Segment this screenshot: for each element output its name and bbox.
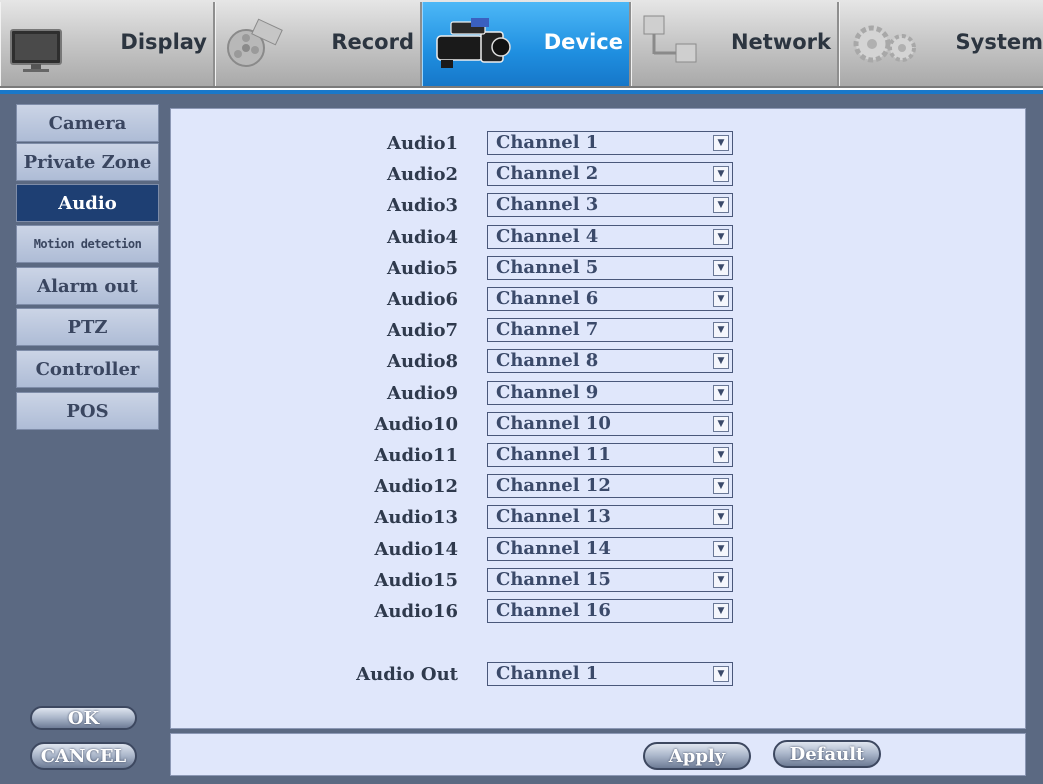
tab-network[interactable]: Network	[631, 2, 839, 86]
tab-label: Device	[543, 30, 623, 54]
sidebar-item-motion-detection[interactable]: Motion detection	[16, 225, 159, 263]
sidebar-item-private-zone[interactable]: Private Zone	[16, 143, 159, 181]
channel-select[interactable]: Channel 8 ▼	[487, 349, 733, 373]
channel-select-value: Channel 6	[496, 288, 599, 309]
channel-select[interactable]: Channel 1 ▼	[487, 131, 733, 155]
gears-icon	[848, 12, 924, 80]
chevron-down-icon[interactable]: ▼	[713, 135, 729, 151]
default-button[interactable]: Default	[773, 740, 881, 768]
tab-system[interactable]: System	[839, 2, 1043, 86]
chevron-down-icon[interactable]: ▼	[713, 353, 729, 369]
channel-select[interactable]: Channel 15 ▼	[487, 568, 733, 592]
sidebar-item-audio[interactable]: Audio	[16, 184, 159, 222]
chevron-down-icon[interactable]: ▼	[713, 322, 729, 338]
apply-button[interactable]: Apply	[643, 742, 751, 770]
channel-select[interactable]: Channel 6 ▼	[487, 287, 733, 311]
ok-button[interactable]: OK	[30, 706, 137, 730]
chevron-down-icon[interactable]: ▼	[713, 197, 729, 213]
audio-row-label: Audio1	[386, 133, 458, 154]
camcorder-icon	[431, 12, 515, 80]
audio-row-label: Audio6	[386, 289, 458, 310]
chevron-down-icon[interactable]: ▼	[713, 666, 729, 682]
audio-row-label: Audio13	[374, 507, 458, 528]
tab-display[interactable]: Display	[0, 2, 215, 86]
audio-row-label: Audio4	[386, 227, 458, 248]
channel-select[interactable]: Channel 14 ▼	[487, 537, 733, 561]
sidebar-item-camera[interactable]: Camera	[16, 104, 159, 142]
channel-select[interactable]: Channel 10 ▼	[487, 412, 733, 436]
audio-row-label: Audio Out	[356, 664, 458, 685]
channel-select[interactable]: Channel 7 ▼	[487, 318, 733, 342]
chevron-down-icon[interactable]: ▼	[713, 229, 729, 245]
cancel-button[interactable]: CANCEL	[30, 742, 137, 770]
monitor-icon	[9, 12, 65, 80]
channel-select-value: Channel 1	[496, 132, 599, 153]
chevron-down-icon[interactable]: ▼	[713, 478, 729, 494]
sidebar-item-alarm-out[interactable]: Alarm out	[16, 267, 159, 305]
channel-select[interactable]: Channel 13 ▼	[487, 505, 733, 529]
audio-row-label: Audio7	[386, 320, 458, 341]
chevron-down-icon[interactable]: ▼	[713, 603, 729, 619]
channel-select-value: Channel 15	[496, 569, 611, 590]
audio-row-label: Audio11	[374, 445, 458, 466]
audio-row-label: Audio12	[374, 476, 458, 497]
chevron-down-icon[interactable]: ▼	[713, 166, 729, 182]
channel-select-value: Channel 2	[496, 163, 599, 184]
chevron-down-icon[interactable]: ▼	[713, 541, 729, 557]
channel-select-value: Channel 14	[496, 538, 611, 559]
sidebar-item-pos[interactable]: POS	[16, 392, 159, 430]
channel-select-value: Channel 3	[496, 194, 599, 215]
audio-row-label: Audio3	[386, 195, 458, 216]
channel-select-value: Channel 5	[496, 257, 599, 278]
channel-select[interactable]: Channel 4 ▼	[487, 225, 733, 249]
bottom-button-panel	[170, 733, 1026, 776]
sidebar-item-controller[interactable]: Controller	[16, 350, 159, 388]
audio-row-label: Audio5	[386, 258, 458, 279]
channel-select-value: Channel 13	[496, 506, 611, 527]
channel-select[interactable]: Channel 16 ▼	[487, 599, 733, 623]
channel-select-value: Channel 4	[496, 226, 599, 247]
channel-select[interactable]: Channel 11 ▼	[487, 443, 733, 467]
channel-select[interactable]: Channel 9 ▼	[487, 381, 733, 405]
tab-label: System	[955, 30, 1043, 54]
audio-row-label: Audio9	[386, 383, 458, 404]
channel-select[interactable]: Channel 12 ▼	[487, 474, 733, 498]
channel-select-value: Channel 9	[496, 382, 599, 403]
network-icon	[640, 12, 704, 80]
channel-select-value: Channel 7	[496, 319, 599, 340]
sidebar-item-ptz[interactable]: PTZ	[16, 308, 159, 346]
tab-label: Record	[331, 30, 414, 54]
audio-row-label: Audio2	[386, 164, 458, 185]
audio-row-label: Audio16	[374, 601, 458, 622]
channel-select[interactable]: Channel 1 ▼	[487, 662, 733, 686]
chevron-down-icon[interactable]: ▼	[713, 385, 729, 401]
channel-select-value: Channel 1	[496, 663, 599, 684]
tab-record[interactable]: Record	[215, 2, 422, 86]
audio-row-label: Audio8	[386, 351, 458, 372]
chevron-down-icon[interactable]: ▼	[713, 416, 729, 432]
film-reel-icon	[224, 12, 288, 80]
channel-select[interactable]: Channel 2 ▼	[487, 162, 733, 186]
channel-select-value: Channel 12	[496, 475, 611, 496]
tab-label: Display	[120, 30, 207, 54]
audio-row-label: Audio15	[374, 570, 458, 591]
channel-select-value: Channel 11	[496, 444, 611, 465]
chevron-down-icon[interactable]: ▼	[713, 509, 729, 525]
channel-select-value: Channel 10	[496, 413, 611, 434]
top-tab-bar: Display Record Device Network System	[0, 0, 1043, 88]
tab-device[interactable]: Device	[422, 2, 631, 86]
channel-select[interactable]: Channel 3 ▼	[487, 193, 733, 217]
audio-row-label: Audio14	[374, 539, 458, 560]
tab-label: Network	[730, 30, 831, 54]
audio-row-label: Audio10	[374, 414, 458, 435]
chevron-down-icon[interactable]: ▼	[713, 572, 729, 588]
chevron-down-icon[interactable]: ▼	[713, 447, 729, 463]
channel-select-value: Channel 16	[496, 600, 611, 621]
chevron-down-icon[interactable]: ▼	[713, 260, 729, 276]
chevron-down-icon[interactable]: ▼	[713, 291, 729, 307]
channel-select[interactable]: Channel 5 ▼	[487, 256, 733, 280]
channel-select-value: Channel 8	[496, 350, 599, 371]
